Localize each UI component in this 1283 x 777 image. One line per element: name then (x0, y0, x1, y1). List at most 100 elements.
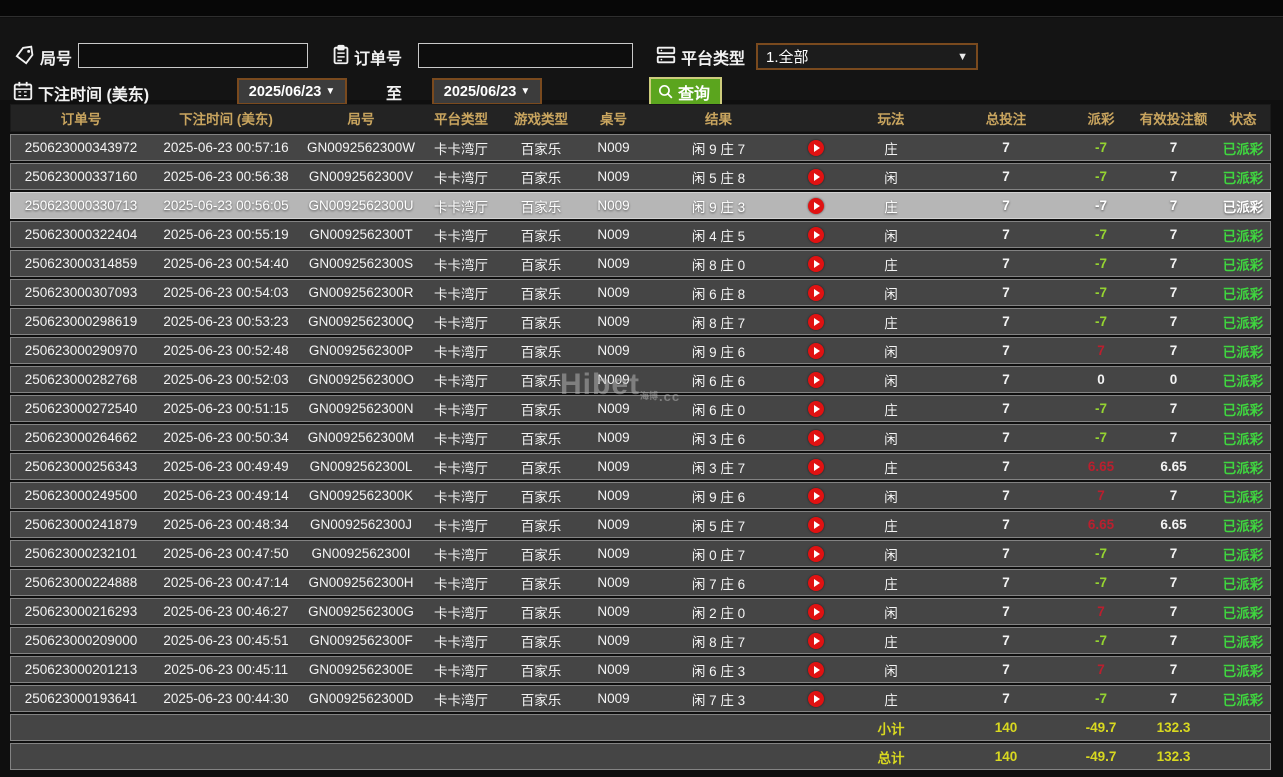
replay-play-icon[interactable] (808, 632, 824, 649)
cell-payout: 7 (1097, 662, 1105, 677)
query-button-label: 查询 (678, 85, 711, 103)
table-row[interactable]: 250623000201213 2025-06-23 00:45:11 GN00… (10, 656, 1271, 683)
cell-play-type: 庄 (884, 315, 898, 331)
replay-play-icon[interactable] (808, 661, 824, 678)
cell-round-no: GN0092562300D (308, 691, 414, 706)
table-row[interactable]: 250623000322404 2025-06-23 00:55:19 GN00… (10, 221, 1271, 248)
round-no-input[interactable] (78, 43, 308, 68)
cell-play-type: 闲 (884, 228, 898, 244)
table-row[interactable]: 250623000314859 2025-06-23 00:54:40 GN00… (10, 250, 1271, 277)
cell-play-type: 庄 (884, 402, 898, 418)
cell-play-type: 庄 (884, 634, 898, 650)
table-row[interactable]: 250623000256343 2025-06-23 00:49:49 GN00… (10, 453, 1271, 480)
table-row[interactable]: 250623000216293 2025-06-23 00:46:27 GN00… (10, 598, 1271, 625)
cell-table-no: N009 (597, 227, 630, 242)
table-row[interactable]: 250623000209000 2025-06-23 00:45:51 GN00… (10, 627, 1271, 654)
table-row[interactable]: 250623000282768 2025-06-23 00:52:03 GN00… (10, 366, 1271, 393)
cell-order-no: 250623000224888 (24, 575, 138, 590)
cell-table-no: N009 (597, 459, 630, 474)
table-row[interactable]: 250623000307093 2025-06-23 00:54:03 GN00… (10, 279, 1271, 306)
replay-play-icon[interactable] (808, 168, 824, 185)
table-row[interactable]: 250623000241879 2025-06-23 00:48:34 GN00… (10, 511, 1271, 538)
order-no-input[interactable] (418, 43, 633, 68)
cell-table-no: N009 (597, 691, 630, 706)
cell-play-type: 庄 (884, 576, 898, 592)
table-row[interactable]: 250623000290970 2025-06-23 00:52:48 GN00… (10, 337, 1271, 364)
cell-total-bet: 7 (1002, 517, 1010, 532)
cell-bet-time: 2025-06-23 00:49:49 (163, 459, 289, 474)
cell-status: 已派彩 (1222, 286, 1264, 302)
date-from-select[interactable]: 2025/06/23 ▼ (237, 78, 347, 105)
replay-play-icon[interactable] (808, 313, 824, 330)
cell-result: 闲 2 庄 0 (691, 605, 746, 621)
cell-table-no: N009 (597, 285, 630, 300)
cell-payout: -7 (1094, 169, 1107, 184)
replay-play-icon[interactable] (808, 139, 824, 156)
replay-play-icon[interactable] (808, 342, 824, 359)
cell-valid-bet: 0 (1169, 372, 1178, 387)
chevron-down-icon: ▼ (957, 50, 968, 63)
col-payout: 派彩 (1087, 112, 1115, 127)
cell-platform: 卡卡湾厅 (434, 634, 488, 650)
subtotal-label: 小计 (877, 721, 905, 737)
table-row[interactable]: 250623000272540 2025-06-23 00:51:15 GN00… (10, 395, 1271, 422)
platform-type-select[interactable]: 1.全部 ▼ (756, 43, 978, 70)
cell-result: 闲 9 庄 6 (691, 344, 746, 360)
cell-status: 已派彩 (1222, 489, 1264, 505)
table-row[interactable]: 250623000343972 2025-06-23 00:57:16 GN00… (10, 134, 1271, 161)
cell-bet-time: 2025-06-23 00:51:15 (163, 401, 289, 416)
table-row[interactable]: 250623000193641 2025-06-23 00:44:30 GN00… (10, 685, 1271, 712)
replay-play-icon[interactable] (808, 255, 824, 272)
cell-bet-time: 2025-06-23 00:56:38 (163, 169, 289, 184)
table-row[interactable]: 250623000298619 2025-06-23 00:53:23 GN00… (10, 308, 1271, 335)
replay-play-icon[interactable] (808, 197, 824, 214)
order-no-label: 订单号 (354, 51, 403, 68)
replay-play-icon[interactable] (808, 371, 824, 388)
query-button[interactable]: 查询 (649, 77, 723, 106)
cell-order-no: 250623000216293 (24, 604, 138, 619)
cell-total-bet: 7 (1002, 169, 1010, 184)
replay-play-icon[interactable] (808, 487, 824, 504)
table-row[interactable]: 250623000330713 2025-06-23 00:56:05 GN00… (10, 192, 1271, 219)
date-to-select[interactable]: 2025/06/23 ▼ (432, 78, 542, 105)
cell-game-type: 百家乐 (520, 170, 562, 186)
table-row[interactable]: 250623000249500 2025-06-23 00:49:14 GN00… (10, 482, 1271, 509)
cell-total-bet: 7 (1002, 633, 1010, 648)
cell-platform: 卡卡湾厅 (434, 170, 488, 186)
cell-round-no: GN0092562300G (308, 604, 414, 619)
replay-play-icon[interactable] (808, 516, 824, 533)
replay-play-icon[interactable] (808, 603, 824, 620)
cell-total-bet: 7 (1002, 198, 1010, 213)
calendar-icon (12, 80, 34, 102)
replay-play-icon[interactable] (808, 545, 824, 562)
to-label: 至 (386, 86, 403, 103)
cell-play-type: 闲 (884, 373, 898, 389)
total-valid-bet: 132.3 (1156, 749, 1191, 764)
cell-round-no: GN0092562300O (308, 372, 414, 387)
replay-play-icon[interactable] (808, 226, 824, 243)
cell-bet-time: 2025-06-23 00:46:27 (163, 604, 289, 619)
cell-status: 已派彩 (1222, 199, 1264, 215)
cell-game-type: 百家乐 (520, 344, 562, 360)
replay-play-icon[interactable] (808, 429, 824, 446)
cell-order-no: 250623000314859 (24, 256, 138, 271)
replay-play-icon[interactable] (808, 400, 824, 417)
replay-play-icon[interactable] (808, 284, 824, 301)
cell-play-type: 闲 (884, 605, 898, 621)
table-row[interactable]: 250623000232101 2025-06-23 00:47:50 GN00… (10, 540, 1271, 567)
cell-round-no: GN0092562300S (308, 256, 414, 271)
replay-play-icon[interactable] (808, 574, 824, 591)
replay-play-icon[interactable] (808, 458, 824, 475)
table-row[interactable]: 250623000337160 2025-06-23 00:56:38 GN00… (10, 163, 1271, 190)
replay-play-icon[interactable] (808, 690, 824, 707)
tag-icon (14, 44, 36, 66)
cell-payout: -7 (1094, 430, 1107, 445)
cell-order-no: 250623000307093 (24, 285, 138, 300)
cell-order-no: 250623000343972 (24, 140, 138, 155)
table-row[interactable]: 250623000224888 2025-06-23 00:47:14 GN00… (10, 569, 1271, 596)
cell-valid-bet: 7 (1169, 169, 1178, 184)
cell-game-type: 百家乐 (520, 547, 562, 563)
cell-status: 已派彩 (1222, 402, 1264, 418)
cell-total-bet: 7 (1002, 227, 1010, 242)
table-row[interactable]: 250623000264662 2025-06-23 00:50:34 GN00… (10, 424, 1271, 451)
